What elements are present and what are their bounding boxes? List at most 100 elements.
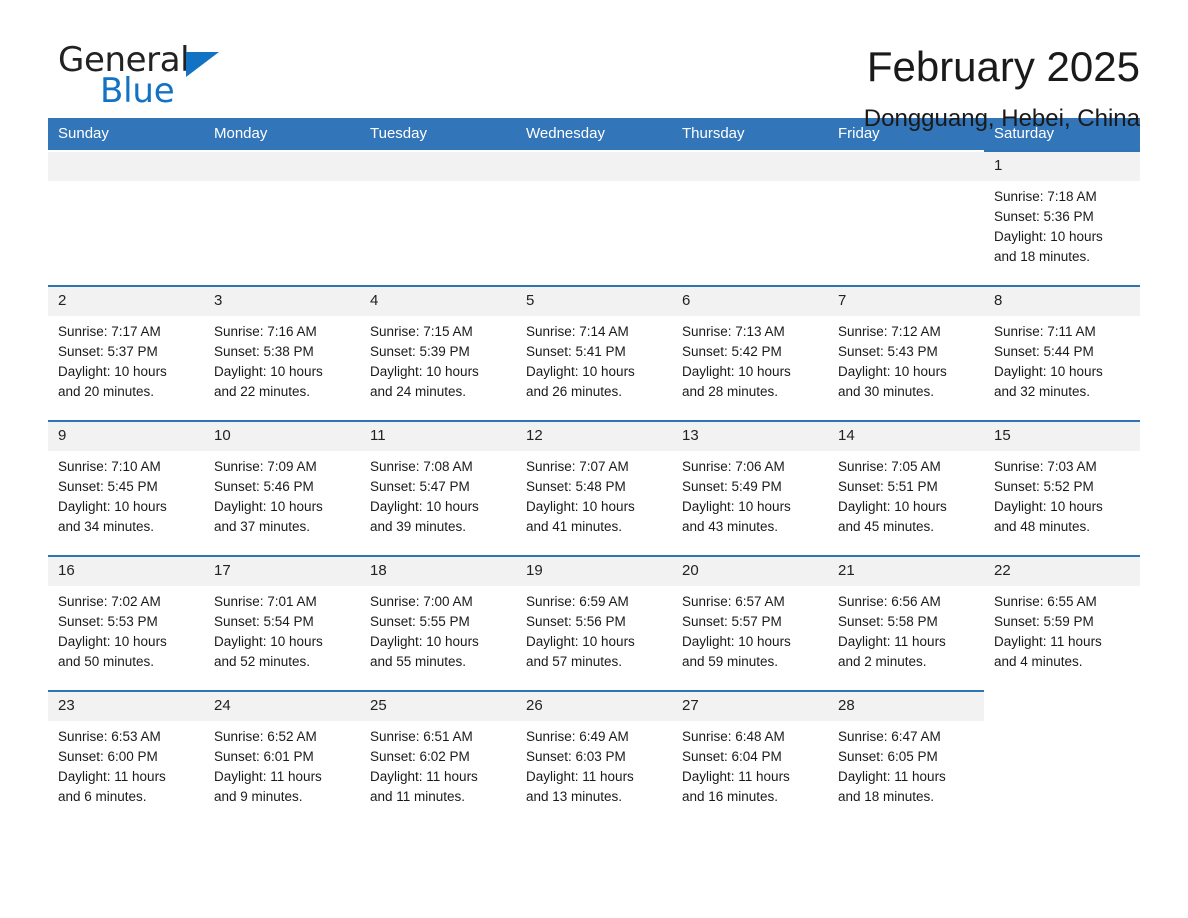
calendar-day-cell[interactable]: 22 Sunrise: 6:55 AM Sunset: 5:59 PM Dayligh… bbox=[984, 555, 1140, 691]
daylight-text-line1: Daylight: 10 hours bbox=[370, 364, 479, 379]
calendar-day-cell-empty bbox=[516, 150, 672, 286]
day-details: Sunrise: 7:05 AM Sunset: 5:51 PM Daylight:… bbox=[828, 451, 984, 537]
weekday-header-cell: Monday bbox=[204, 118, 360, 151]
calendar-day-cell[interactable]: 15 Sunrise: 7:03 AM Sunset: 5:52 PM Dayligh… bbox=[984, 420, 1140, 556]
sunrise-text: Sunrise: 7:15 AM bbox=[370, 324, 473, 339]
general-blue-logo[interactable]: General Blue bbox=[48, 40, 278, 120]
day-number: 24 bbox=[204, 692, 360, 721]
calendar-day-cell[interactable]: 8 Sunrise: 7:11 AM Sunset: 5:44 PM Daylight… bbox=[984, 285, 1140, 421]
calendar-day-cell[interactable]: 20 Sunrise: 6:57 AM Sunset: 5:57 PM Dayligh… bbox=[672, 555, 828, 691]
sunrise-text: Sunrise: 7:07 AM bbox=[526, 459, 629, 474]
sunset-text: Sunset: 5:49 PM bbox=[682, 479, 782, 494]
day-details: Sunrise: 7:17 AM Sunset: 5:37 PM Daylight:… bbox=[48, 316, 204, 402]
calendar-day-cell-empty bbox=[672, 150, 828, 286]
daylight-text-line1: Daylight: 10 hours bbox=[682, 634, 791, 649]
day-details: Sunrise: 7:02 AM Sunset: 5:53 PM Daylight:… bbox=[48, 586, 204, 672]
calendar-day-cell[interactable]: 7 Sunrise: 7:12 AM Sunset: 5:43 PM Daylight… bbox=[828, 285, 984, 421]
day-number: 9 bbox=[48, 422, 204, 451]
daylight-text-line2: and 41 minutes. bbox=[526, 519, 623, 534]
sunrise-text: Sunrise: 7:01 AM bbox=[214, 594, 317, 609]
calendar-day-cell[interactable]: 24 Sunrise: 6:52 AM Sunset: 6:01 PM Dayligh… bbox=[204, 690, 360, 826]
calendar-day-cell[interactable]: 13 Sunrise: 7:06 AM Sunset: 5:49 PM Dayligh… bbox=[672, 420, 828, 556]
calendar-day-cell[interactable]: 18 Sunrise: 7:00 AM Sunset: 5:55 PM Dayligh… bbox=[360, 555, 516, 691]
day-details: Sunrise: 7:13 AM Sunset: 5:42 PM Daylight:… bbox=[672, 316, 828, 402]
weekday-header-cell: Tuesday bbox=[360, 118, 516, 151]
daylight-text-line2: and 50 minutes. bbox=[58, 654, 155, 669]
calendar-week-row: 23 Sunrise: 6:53 AM Sunset: 6:00 PM Dayligh… bbox=[48, 690, 1140, 826]
daylight-text-line2: and 18 minutes. bbox=[994, 249, 1091, 264]
daylight-text-line2: and 16 minutes. bbox=[682, 789, 779, 804]
daylight-text-line1: Daylight: 10 hours bbox=[214, 499, 323, 514]
weekday-header-cell: Wednesday bbox=[516, 118, 672, 151]
calendar-day-cell[interactable]: 11 Sunrise: 7:08 AM Sunset: 5:47 PM Dayligh… bbox=[360, 420, 516, 556]
day-details: Sunrise: 6:57 AM Sunset: 5:57 PM Daylight:… bbox=[672, 586, 828, 672]
daylight-text-line1: Daylight: 11 hours bbox=[58, 769, 166, 784]
calendar-body: 1 Sunrise: 7:18 AM Sunset: 5:36 PM Daylight… bbox=[48, 150, 1140, 826]
calendar-day-cell[interactable]: 5 Sunrise: 7:14 AM Sunset: 5:41 PM Daylight… bbox=[516, 285, 672, 421]
sunset-text: Sunset: 5:57 PM bbox=[682, 614, 782, 629]
daylight-text-line2: and 4 minutes. bbox=[994, 654, 1083, 669]
daylight-text-line2: and 48 minutes. bbox=[994, 519, 1091, 534]
day-details: Sunrise: 7:01 AM Sunset: 5:54 PM Daylight:… bbox=[204, 586, 360, 672]
calendar-day-cell[interactable]: 6 Sunrise: 7:13 AM Sunset: 5:42 PM Daylight… bbox=[672, 285, 828, 421]
day-number: 13 bbox=[672, 422, 828, 451]
sunset-text: Sunset: 5:51 PM bbox=[838, 479, 938, 494]
calendar-page: General Blue February 2025 Dongguang, He… bbox=[0, 0, 1188, 918]
sunrise-text: Sunrise: 7:10 AM bbox=[58, 459, 161, 474]
calendar-day-cell[interactable]: 12 Sunrise: 7:07 AM Sunset: 5:48 PM Dayligh… bbox=[516, 420, 672, 556]
daylight-text-line2: and 11 minutes. bbox=[370, 789, 466, 804]
day-number bbox=[516, 152, 672, 181]
calendar-day-cell[interactable]: 10 Sunrise: 7:09 AM Sunset: 5:46 PM Dayligh… bbox=[204, 420, 360, 556]
daylight-text-line1: Daylight: 10 hours bbox=[58, 634, 167, 649]
triangle-icon bbox=[186, 52, 220, 77]
daylight-text-line1: Daylight: 11 hours bbox=[682, 769, 790, 784]
sunset-text: Sunset: 5:58 PM bbox=[838, 614, 938, 629]
day-number: 19 bbox=[516, 557, 672, 586]
day-number bbox=[48, 152, 204, 181]
calendar-day-cell[interactable]: 14 Sunrise: 7:05 AM Sunset: 5:51 PM Dayligh… bbox=[828, 420, 984, 556]
calendar-day-cell[interactable]: 2 Sunrise: 7:17 AM Sunset: 5:37 PM Daylight… bbox=[48, 285, 204, 421]
calendar-week-row: 9 Sunrise: 7:10 AM Sunset: 5:45 PM Daylight… bbox=[48, 420, 1140, 556]
calendar-day-cell[interactable]: 3 Sunrise: 7:16 AM Sunset: 5:38 PM Daylight… bbox=[204, 285, 360, 421]
sunset-text: Sunset: 6:02 PM bbox=[370, 749, 470, 764]
daylight-text-line1: Daylight: 10 hours bbox=[682, 364, 791, 379]
calendar-day-cell[interactable]: 23 Sunrise: 6:53 AM Sunset: 6:00 PM Dayligh… bbox=[48, 690, 204, 826]
sunrise-text: Sunrise: 7:14 AM bbox=[526, 324, 629, 339]
day-details: Sunrise: 6:56 AM Sunset: 5:58 PM Daylight:… bbox=[828, 586, 984, 672]
sunset-text: Sunset: 5:53 PM bbox=[58, 614, 158, 629]
daylight-text-line1: Daylight: 10 hours bbox=[526, 499, 635, 514]
calendar-day-cell[interactable]: 21 Sunrise: 6:56 AM Sunset: 5:58 PM Dayligh… bbox=[828, 555, 984, 691]
sunrise-sunset-calendar: Sunday Monday Tuesday Wednesday Thursday Frid… bbox=[48, 118, 1140, 826]
sunset-text: Sunset: 5:38 PM bbox=[214, 344, 314, 359]
calendar-day-cell[interactable]: 9 Sunrise: 7:10 AM Sunset: 5:45 PM Daylight… bbox=[48, 420, 204, 556]
sunrise-text: Sunrise: 7:09 AM bbox=[214, 459, 317, 474]
calendar-day-cell[interactable]: 4 Sunrise: 7:15 AM Sunset: 5:39 PM Daylight… bbox=[360, 285, 516, 421]
sunrise-text: Sunrise: 7:08 AM bbox=[370, 459, 473, 474]
calendar-day-cell-empty bbox=[360, 150, 516, 286]
calendar-day-cell[interactable]: 27 Sunrise: 6:48 AM Sunset: 6:04 PM Dayligh… bbox=[672, 690, 828, 826]
calendar-week-row: 2 Sunrise: 7:17 AM Sunset: 5:37 PM Daylight… bbox=[48, 285, 1140, 421]
sunrise-text: Sunrise: 7:16 AM bbox=[214, 324, 317, 339]
sunset-text: Sunset: 5:39 PM bbox=[370, 344, 470, 359]
sunset-text: Sunset: 6:04 PM bbox=[682, 749, 782, 764]
sunrise-text: Sunrise: 7:06 AM bbox=[682, 459, 785, 474]
calendar-day-cell[interactable]: 1 Sunrise: 7:18 AM Sunset: 5:36 PM Daylight… bbox=[984, 150, 1140, 286]
daylight-text-line2: and 45 minutes. bbox=[838, 519, 935, 534]
daylight-text-line2: and 30 minutes. bbox=[838, 384, 935, 399]
day-number: 21 bbox=[828, 557, 984, 586]
daylight-text-line2: and 6 minutes. bbox=[58, 789, 147, 804]
daylight-text-line1: Daylight: 10 hours bbox=[370, 634, 479, 649]
calendar-day-cell[interactable]: 17 Sunrise: 7:01 AM Sunset: 5:54 PM Dayligh… bbox=[204, 555, 360, 691]
daylight-text-line2: and 2 minutes. bbox=[838, 654, 927, 669]
daylight-text-line1: Daylight: 11 hours bbox=[370, 769, 478, 784]
daylight-text-line1: Daylight: 10 hours bbox=[838, 499, 947, 514]
calendar-day-cell[interactable]: 25 Sunrise: 6:51 AM Sunset: 6:02 PM Dayligh… bbox=[360, 690, 516, 826]
sunrise-text: Sunrise: 7:11 AM bbox=[994, 324, 1096, 339]
calendar-day-cell[interactable]: 28 Sunrise: 6:47 AM Sunset: 6:05 PM Dayligh… bbox=[828, 690, 984, 826]
daylight-text-line2: and 37 minutes. bbox=[214, 519, 311, 534]
sunset-text: Sunset: 5:56 PM bbox=[526, 614, 626, 629]
day-number: 28 bbox=[828, 692, 984, 721]
calendar-day-cell[interactable]: 19 Sunrise: 6:59 AM Sunset: 5:56 PM Dayligh… bbox=[516, 555, 672, 691]
calendar-day-cell[interactable]: 26 Sunrise: 6:49 AM Sunset: 6:03 PM Dayligh… bbox=[516, 690, 672, 826]
calendar-day-cell[interactable]: 16 Sunrise: 7:02 AM Sunset: 5:53 PM Dayligh… bbox=[48, 555, 204, 691]
